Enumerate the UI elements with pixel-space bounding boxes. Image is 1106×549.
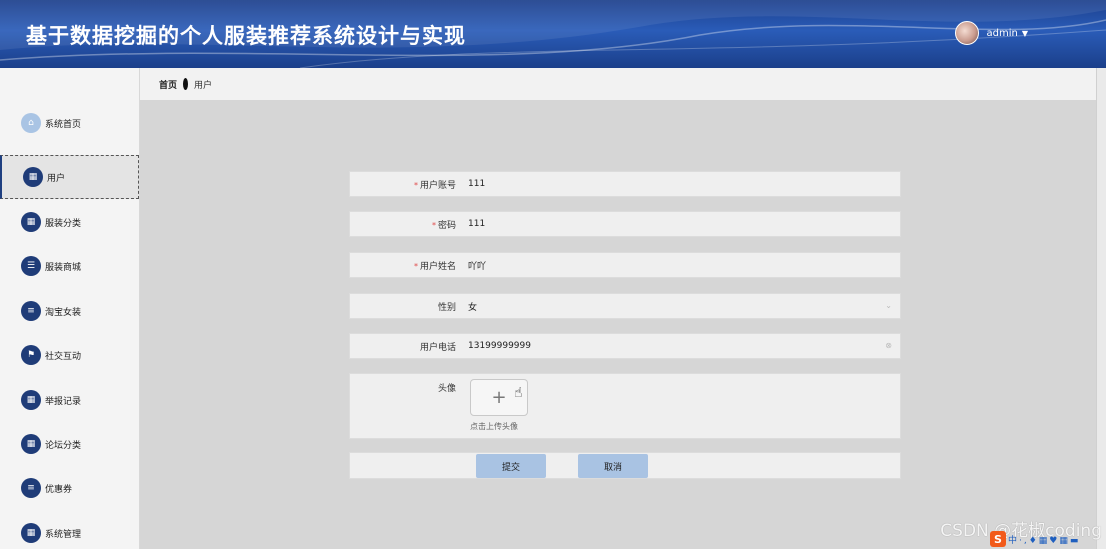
sidebar: ⌂ 系统首页 ▦ 用户 ▦ 服装分类 ☰ 服装商城 ≡ 淘宝女装 ⚑ 社交互动 … (0, 68, 140, 549)
required-mark: * (413, 180, 418, 190)
hand-cursor-icon: ☝ (514, 385, 523, 401)
phone-label: 用户电话 (419, 342, 456, 353)
password-field[interactable]: * 密码 111 (349, 211, 901, 237)
sidebar-item-reports[interactable]: ▦ 举报记录 (0, 378, 139, 422)
sidebar-item-label: 用户 (47, 173, 66, 184)
sidebar-item-label: 举报记录 (45, 396, 82, 407)
grid-icon: ▦ (21, 212, 41, 232)
sidebar-item-coupons[interactable]: ≡ 优惠券 (0, 466, 139, 510)
breadcrumb: 首页 用户 (140, 68, 1096, 100)
ime-toolbar[interactable]: S 中·,♦▦♥▦▬ (990, 531, 1096, 547)
cancel-button[interactable]: 取消 (578, 454, 648, 478)
sidebar-item-home[interactable]: ⌂ 系统首页 (0, 101, 139, 145)
account-label-text: 用户账号 (419, 180, 456, 191)
avatar-label: 头像 (437, 384, 456, 394)
app-header: 基于数据挖掘的个人服装推荐系统设计与实现 admin ▼ (0, 0, 1106, 68)
account-label: * 用户账号 (350, 178, 460, 191)
phone-input[interactable]: 13199999999 (468, 341, 900, 351)
sidebar-item-system-admin[interactable]: ▦ 系统管理 (0, 511, 139, 549)
password-input[interactable]: 111 (468, 219, 900, 229)
account-field[interactable]: * 用户账号 111 (349, 171, 901, 197)
breadcrumb-separator-icon (183, 78, 189, 90)
sidebar-item-label: 淘宝女装 (45, 307, 82, 318)
chevron-down-icon[interactable]: ⌄ (885, 301, 892, 310)
name-input[interactable]: 吖吖 (468, 259, 900, 272)
sidebar-item-label: 系统管理 (45, 529, 82, 540)
form-actions: 提交 取消 (349, 452, 901, 479)
sidebar-item-label: 论坛分类 (45, 440, 82, 451)
sidebar-item-users[interactable]: ▦ 用户 (0, 155, 139, 199)
sidebar-item-label: 服装分类 (45, 218, 82, 229)
submit-button[interactable]: 提交 (476, 454, 546, 478)
flag-icon: ⚑ (21, 345, 41, 365)
required-mark: * (413, 261, 418, 271)
name-field[interactable]: * 用户姓名 吖吖 (349, 252, 901, 278)
grid-icon: ▦ (23, 167, 43, 187)
sidebar-item-label: 优惠券 (45, 484, 73, 495)
ime-toolbar-icons[interactable]: 中·,♦▦♥▦▬ (1008, 533, 1080, 546)
gender-label: 性别 (437, 302, 456, 313)
grid-icon: ▦ (21, 390, 41, 410)
avatar[interactable] (954, 21, 979, 45)
sidebar-item-clothing-mall[interactable]: ☰ 服装商城 (0, 244, 139, 288)
breadcrumb-current: 用户 (194, 80, 213, 91)
home-icon: ⌂ (21, 113, 41, 133)
list-icon: ≡ (21, 301, 41, 321)
user-menu[interactable]: admin ▼ (954, 21, 1028, 45)
gender-value[interactable]: 女 (468, 300, 900, 313)
account-input[interactable]: 111 (468, 179, 900, 189)
grid-icon: ▦ (21, 523, 41, 543)
scrollbar[interactable] (1096, 68, 1106, 549)
sliders-icon: ☰ (21, 256, 41, 276)
name-label: * 用户姓名 (350, 259, 460, 272)
password-label-text: 密码 (437, 220, 456, 231)
sidebar-item-label: 服装商城 (45, 262, 82, 273)
password-label: * 密码 (350, 218, 460, 231)
list-icon: ≡ (21, 478, 41, 498)
plus-icon: + (491, 387, 507, 408)
caret-down-icon[interactable]: ▼ (1022, 29, 1028, 38)
username[interactable]: admin (987, 28, 1018, 39)
sidebar-item-taobao-womenswear[interactable]: ≡ 淘宝女装 (0, 289, 139, 333)
grid-icon: ▦ (21, 434, 41, 454)
breadcrumb-home[interactable]: 首页 (159, 78, 177, 91)
avatar-upload-field: 头像 + ☝ 点击上传头像 (349, 373, 901, 439)
gender-select[interactable]: 性别 女 ⌄ (349, 293, 901, 319)
app-title: 基于数据挖掘的个人服装推荐系统设计与实现 (26, 24, 466, 48)
sidebar-item-label: 社交互动 (45, 351, 82, 362)
avatar-upload-hint: 点击上传头像 (470, 422, 518, 431)
ime-logo-icon[interactable]: S (990, 531, 1006, 547)
name-label-text: 用户姓名 (419, 261, 456, 272)
sidebar-item-label: 系统首页 (45, 119, 82, 130)
sidebar-item-forum-category[interactable]: ▦ 论坛分类 (0, 422, 139, 466)
sidebar-item-social[interactable]: ⚑ 社交互动 (0, 333, 139, 377)
clear-icon[interactable]: ⊗ (885, 341, 892, 350)
required-mark: * (431, 220, 436, 230)
sidebar-item-clothing-category[interactable]: ▦ 服装分类 (0, 200, 139, 244)
phone-field[interactable]: 用户电话 13199999999 ⊗ (349, 333, 901, 359)
